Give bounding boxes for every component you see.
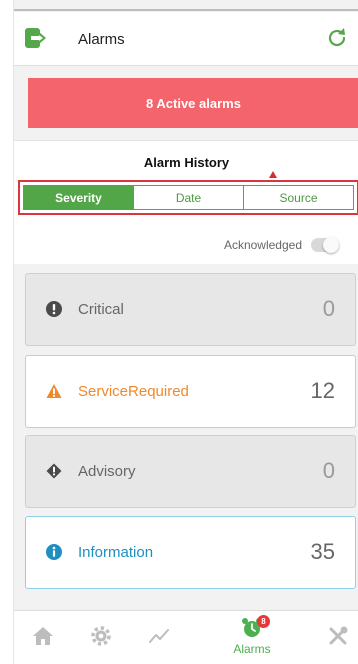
tab-source[interactable]: Source [244,186,353,209]
alarms-badge: 8 [257,615,270,628]
gear-icon[interactable] [90,625,112,647]
advisory-count: 0 [322,458,335,483]
exclamation-diamond-icon [46,463,62,479]
logout-icon[interactable] [25,28,47,48]
tab-severity[interactable]: Severity [24,186,134,209]
trend-icon[interactable] [148,625,170,647]
tab-date[interactable]: Date [134,186,244,209]
active-alarms-text: 8 Active alarms [146,95,241,111]
highlight-marker [269,171,277,178]
warning-triangle-icon [46,384,62,398]
information-label: Information [78,544,154,561]
alarm-history-section: Alarm History Severity Date Source Ackno… [14,140,358,264]
bottom-nav: 8 Alarms [14,610,358,664]
acknowledged-row: Acknowledged [14,233,358,257]
acknowledged-label: Acknowledged [223,238,302,252]
exclamation-circle-icon [46,301,62,317]
app-screen: Alarms 8 Active alarms Alarm History Sev… [13,0,358,664]
service-required-label: ServiceRequired [78,383,189,400]
page-title: Alarms [78,31,125,48]
alarm-history-title: Alarm History [143,155,230,170]
nav-alarms-label: Alarms [233,642,271,656]
critical-label: Critical [78,301,124,318]
history-tabs: Severity Date Source [23,185,354,210]
info-circle-icon [46,544,62,560]
refresh-icon[interactable] [325,26,349,50]
top-divider [14,9,358,11]
service-required-count: 12 [310,378,335,403]
nav-alarms[interactable]: 8 Alarms [228,615,276,663]
information-alarms-card[interactable]: Information 35 [25,516,356,589]
home-icon[interactable] [32,625,54,647]
critical-count: 0 [322,296,335,321]
service-required-card[interactable]: ServiceRequired 12 [25,355,356,428]
tools-icon[interactable] [327,625,349,647]
toggle-knob [323,237,339,253]
advisory-label: Advisory [78,463,136,480]
header-bar: Alarms [14,12,358,66]
advisory-alarms-card[interactable]: Advisory 0 [25,435,356,508]
information-count: 35 [310,539,335,564]
active-alarms-banner[interactable]: 8 Active alarms [28,78,358,128]
tabs-highlight-frame: Severity Date Source [18,180,358,215]
acknowledged-toggle[interactable] [311,237,339,253]
critical-alarms-card[interactable]: Critical 0 [25,273,356,346]
